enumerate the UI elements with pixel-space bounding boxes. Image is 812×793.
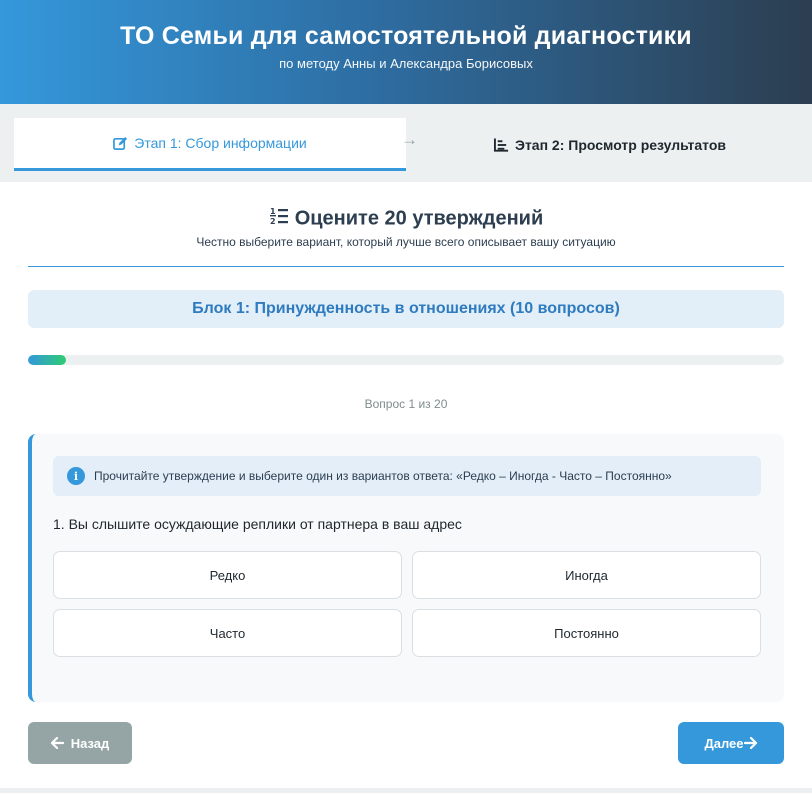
next-button[interactable]: Далее — [678, 722, 784, 764]
back-button-label: Назад — [70, 735, 110, 751]
tab-step-1-label: Этап 1: Сбор информации — [134, 135, 307, 151]
info-icon: i — [67, 467, 85, 485]
option-sometimes[interactable]: Иногда — [412, 551, 761, 599]
tab-step-2[interactable]: Этап 2: Просмотр результатов — [424, 118, 796, 171]
svg-text:2: 2 — [270, 217, 276, 226]
progress-fill — [28, 355, 66, 365]
list-ol-icon: 1 2 — [269, 206, 289, 232]
question-text: 1. Вы слышите осуждающие реплики от парт… — [53, 516, 462, 532]
block-title: Блок 1: Принужденность в отношениях (10 … — [28, 290, 784, 328]
progress-bar — [28, 355, 784, 365]
main-card: 1 2 Оцените 20 утверждений Честно выбери… — [0, 182, 812, 788]
app-subtitle: по методу Анны и Александра Борисовых — [279, 56, 533, 71]
divider — [28, 266, 784, 267]
option-always[interactable]: Постоянно — [412, 609, 761, 657]
hint-box: i Прочитайте утверждение и выберите один… — [53, 456, 761, 496]
edit-icon — [113, 136, 128, 151]
arrow-left-icon — [50, 737, 64, 749]
svg-text:1: 1 — [270, 207, 276, 216]
app-title: ТО Семьи для самостоятельной диагностики — [120, 22, 692, 50]
question-card: i Прочитайте утверждение и выберите один… — [28, 434, 784, 702]
section-subtitle: Честно выберите вариант, который лучше в… — [196, 235, 616, 249]
next-button-label: Далее — [704, 735, 744, 751]
option-rarely[interactable]: Редко — [53, 551, 402, 599]
section-heading: 1 2 Оцените 20 утверждений — [0, 206, 812, 232]
tab-step-2-label: Этап 2: Просмотр результатов — [514, 136, 727, 153]
tab-step-1[interactable]: Этап 1: Сбор информации — [14, 118, 406, 171]
section-title: Оцените 20 утверждений — [294, 207, 544, 230]
hint-text: Прочитайте утверждение и выберите один и… — [94, 469, 672, 483]
question-counter: Вопрос 1 из 20 — [364, 397, 448, 411]
chart-icon — [493, 137, 509, 152]
back-button[interactable]: Назад — [28, 722, 132, 764]
page-header: ТО Семьи для самостоятельной диагностики… — [0, 0, 812, 104]
arrow-right-icon — [743, 737, 758, 749]
option-often[interactable]: Часто — [53, 609, 402, 657]
arrow-right-icon: → — [401, 130, 418, 149]
